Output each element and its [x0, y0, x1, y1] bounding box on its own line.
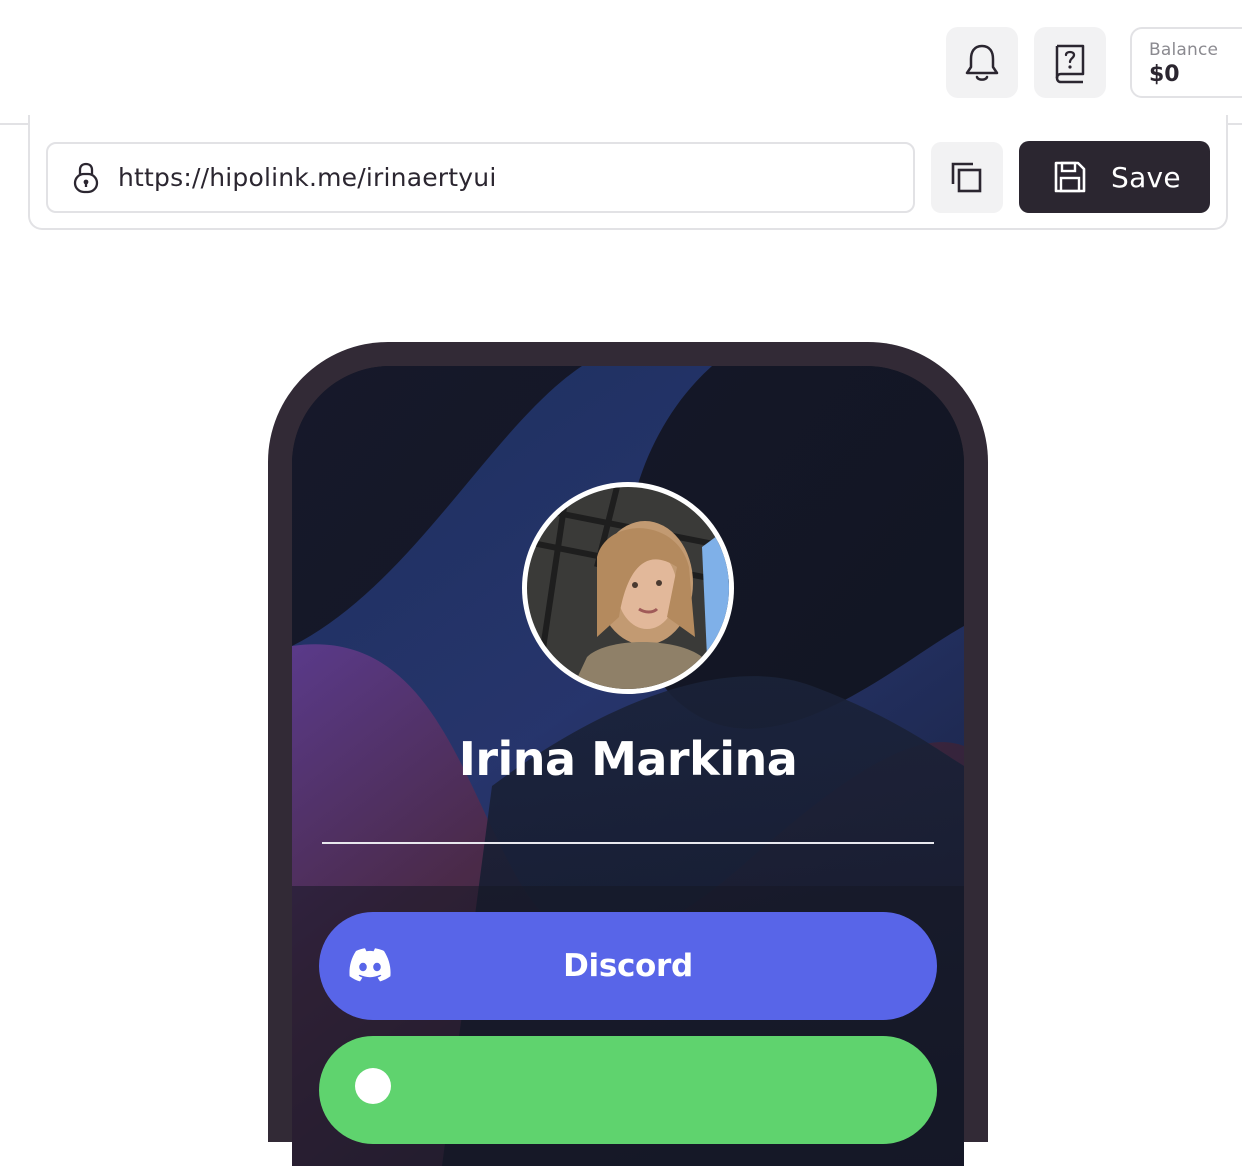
- profile-url-field[interactable]: https://hipolink.me/irinaertyui: [46, 142, 915, 213]
- phone-preview-screen: Irina Markina Discord: [292, 366, 964, 1166]
- balance-value: $0: [1149, 62, 1180, 87]
- balance-label: Balance: [1149, 40, 1219, 60]
- copy-url-button[interactable]: [931, 142, 1003, 213]
- save-label: Save: [1111, 160, 1181, 194]
- save-button[interactable]: Save: [1019, 141, 1210, 213]
- copy-icon: [951, 162, 982, 192]
- profile-url-text: https://hipolink.me/irinaertyui: [118, 163, 497, 192]
- balance-widget[interactable]: Balance $0: [1130, 27, 1242, 98]
- link-icon: [355, 1068, 391, 1104]
- notifications-button[interactable]: [946, 27, 1018, 98]
- top-bar: Balance $0: [0, 0, 1242, 125]
- profile-photo: [527, 487, 729, 689]
- lock-icon: [73, 162, 99, 193]
- profile-name: Irina Markina: [458, 732, 798, 786]
- link-button-second[interactable]: [319, 1036, 937, 1144]
- phone-preview-frame: Irina Markina Discord: [268, 342, 988, 1166]
- help-book-icon: [1055, 44, 1085, 83]
- divider: [322, 842, 934, 844]
- link-label-discord: Discord: [563, 948, 693, 984]
- floppy-disk-icon: [1054, 161, 1086, 193]
- avatar: [522, 482, 734, 694]
- link-button-discord[interactable]: Discord: [319, 912, 937, 1020]
- bell-icon: [965, 44, 999, 81]
- help-button[interactable]: [1034, 27, 1106, 98]
